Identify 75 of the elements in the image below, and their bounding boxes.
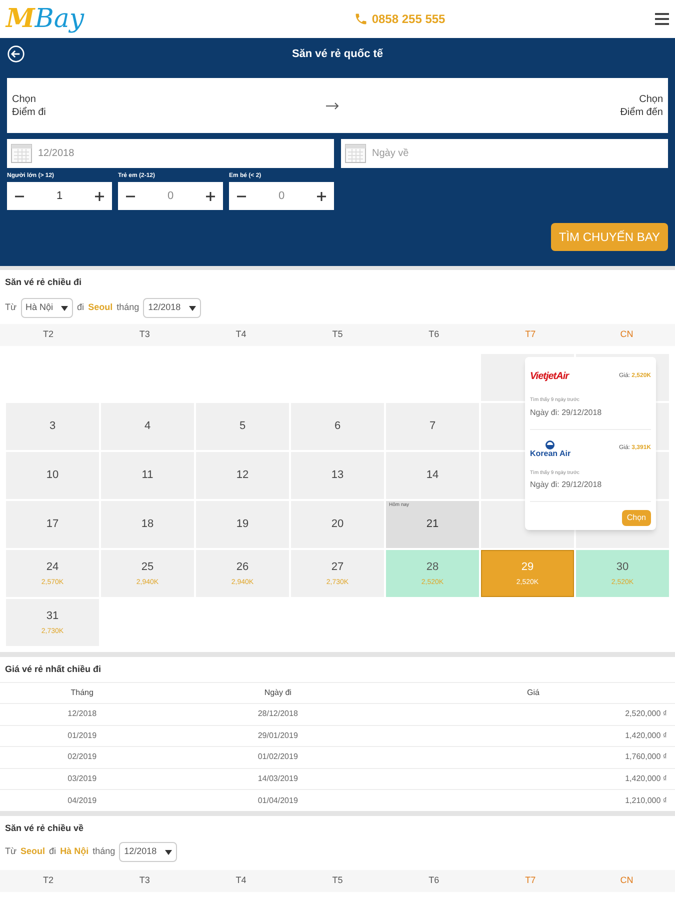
airline-logo: VietjetAir: [530, 370, 569, 384]
month-label: tháng: [92, 845, 116, 858]
table-cell: 04/2019: [0, 790, 164, 811]
table-cell: 1,760,000 ₫: [392, 746, 675, 768]
section-title: Săn vé rẻ chiều về: [4, 822, 85, 835]
origin-city: Seoul: [20, 845, 46, 858]
day-number: 3: [49, 419, 56, 434]
table-cell: 1,210,000 ₫: [392, 790, 675, 811]
day-number: 29: [521, 560, 534, 575]
table-cell: 14/03/2019: [164, 768, 392, 790]
day-number: 27: [331, 560, 344, 575]
section-title: Săn vé rẻ chiều đi: [4, 276, 83, 289]
weekday-label: T2: [42, 328, 54, 342]
day-number: 4: [144, 419, 151, 434]
weekday-label: T3: [138, 874, 151, 888]
weekday-label: CN: [619, 874, 634, 888]
table-cell: 12/2018: [0, 704, 164, 725]
column-header: Giá: [392, 682, 675, 704]
weekday-label: T5: [331, 874, 344, 888]
departure-date: Ngày đi: 29/12/2018: [530, 406, 603, 418]
column-header: Tháng: [0, 682, 164, 704]
table-cell: 01/02/2019: [164, 746, 392, 768]
day-number: 28: [426, 560, 439, 575]
table-cell: 01/04/2019: [164, 790, 392, 811]
day-number: 24: [46, 560, 59, 575]
day-number: 26: [236, 560, 249, 575]
day-number: 14: [426, 468, 439, 484]
table-cell: 01/2019: [0, 725, 164, 746]
weekday-label: CN: [619, 328, 634, 342]
to-label: đi: [77, 301, 84, 314]
weekday-label: T4: [234, 328, 248, 342]
day-number: 18: [141, 517, 154, 532]
weekday-label: T2: [42, 874, 54, 888]
day-number: 17: [46, 517, 59, 532]
weekday-label: T3: [138, 328, 151, 342]
passenger-count: 1: [56, 188, 63, 204]
weekday-label: T5: [331, 328, 344, 342]
table-cell: 1,420,000 ₫: [392, 725, 675, 746]
table-cell: 29/01/2019: [164, 725, 392, 746]
to-label: đi: [49, 845, 56, 858]
day-number: 10: [46, 468, 59, 484]
airline-logo: Korean Air: [530, 440, 571, 458]
table-cell: 2,520,000 ₫: [392, 704, 675, 725]
column-header: Ngày đi: [164, 682, 392, 704]
weekday-label: T4: [234, 874, 248, 888]
day-number: 20: [331, 517, 344, 532]
from-label: Từ: [5, 301, 17, 314]
departure-date: Ngày đi: 29/12/2018: [530, 479, 603, 491]
month-label: tháng: [116, 301, 140, 314]
day-number: 6: [334, 419, 341, 434]
day-number: 13: [331, 468, 344, 484]
weekday-label: T7: [524, 328, 537, 342]
day-number: 5: [239, 419, 246, 434]
weekday-label: T7: [524, 874, 537, 888]
passenger-count: 0: [278, 188, 285, 204]
weekday-label: T6: [428, 328, 440, 342]
table-cell: 1,420,000 ₫: [392, 768, 675, 790]
day-number: 12: [236, 468, 249, 484]
section-title: Giá vé rẻ nhất chiều đi: [4, 662, 102, 676]
table-cell: 28/12/2018: [164, 704, 392, 725]
day-number: 30: [616, 560, 629, 575]
day-number: 25: [141, 560, 154, 575]
table-cell: 02/2019: [0, 746, 164, 768]
destination-city: Hà Nội: [60, 845, 89, 858]
day-number: 11: [142, 468, 154, 484]
destination-city: Seoul: [88, 301, 113, 314]
day-number: 21: [426, 517, 439, 532]
from-label: Từ: [5, 845, 17, 858]
weekday-label: T6: [428, 874, 440, 888]
page-title: Săn vé rẻ quốc tế: [292, 46, 384, 62]
day-number: 19: [236, 517, 249, 532]
table-cell: 03/2019: [0, 768, 164, 790]
passenger-count: 0: [167, 188, 174, 204]
day-number: 7: [429, 419, 436, 434]
day-number: 31: [46, 609, 59, 624]
